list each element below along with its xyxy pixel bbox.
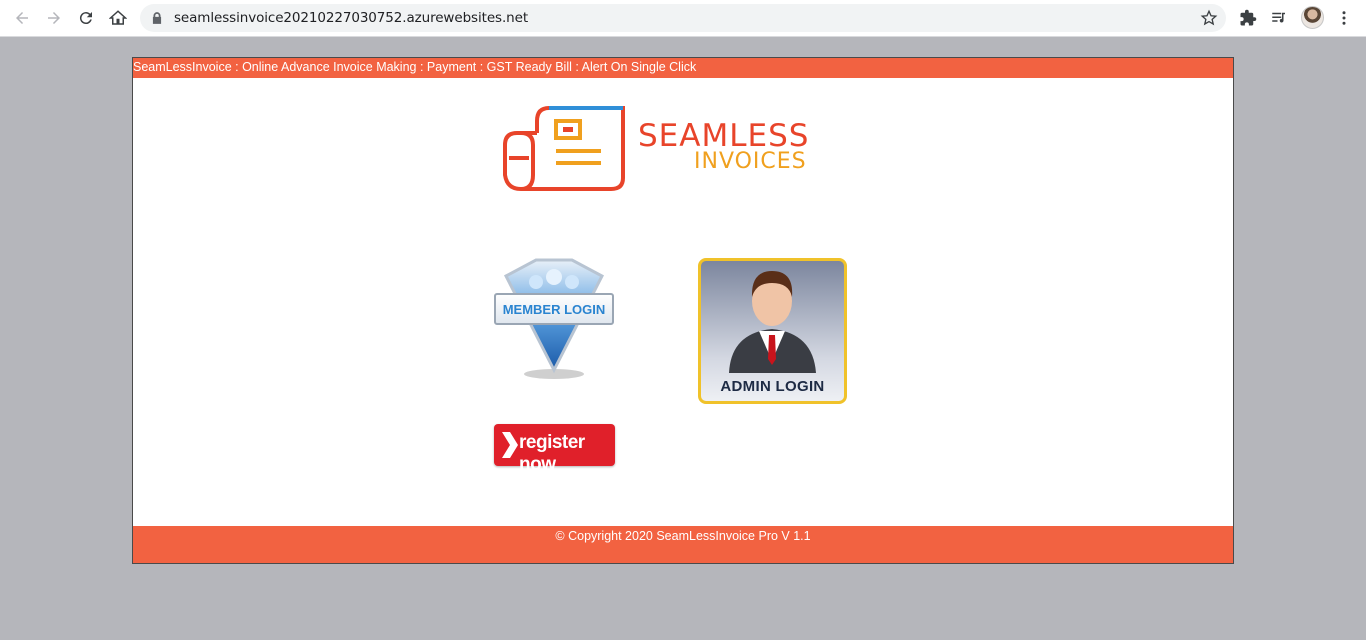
reload-icon[interactable] (74, 6, 98, 30)
browser-toolbar: seamlessinvoice20210227030752.azurewebsi… (0, 0, 1366, 37)
banner-text: SeamLessInvoice : Online Advance Invoice… (133, 60, 697, 74)
address-bar[interactable]: seamlessinvoice20210227030752.azurewebsi… (140, 4, 1226, 32)
register-now-label: register now (519, 432, 585, 475)
admin-login-label: ADMIN LOGIN (720, 378, 825, 395)
forward-icon[interactable] (42, 6, 66, 30)
chevron-right-icon (502, 432, 518, 458)
invoice-logo-icon (503, 106, 625, 191)
member-login-button[interactable]: MEMBER LOGIN (486, 258, 622, 382)
lock-icon[interactable] (150, 11, 164, 25)
copyright-text: © Copyright 2020 SeamLessInvoice Pro V 1… (555, 529, 811, 543)
back-icon[interactable] (10, 6, 34, 30)
header-banner: SeamLessInvoice : Online Advance Invoice… (133, 58, 1233, 78)
profile-avatar[interactable] (1301, 6, 1324, 29)
member-login-badge-icon: MEMBER LOGIN (494, 258, 614, 379)
member-login-label: MEMBER LOGIN (503, 302, 606, 317)
home-icon[interactable] (106, 6, 130, 30)
star-icon[interactable] (1200, 9, 1218, 27)
admin-login-button[interactable]: ADMIN LOGIN (698, 258, 847, 404)
extensions-icon[interactable] (1238, 8, 1258, 28)
footer-bar: © Copyright 2020 SeamLessInvoice Pro V 1… (133, 526, 1233, 563)
seamless-invoices-logo: SEAMLESS INVOICES (501, 103, 841, 193)
url-text[interactable]: seamlessinvoice20210227030752.azurewebsi… (174, 10, 528, 26)
page-frame: SeamLessInvoice : Online Advance Invoice… (132, 57, 1234, 564)
menu-icon[interactable] (1334, 8, 1354, 28)
register-now-button[interactable]: register now (494, 424, 615, 475)
logo-text-invoices: INVOICES (694, 149, 807, 174)
reading-list-icon[interactable] (1269, 8, 1289, 28)
